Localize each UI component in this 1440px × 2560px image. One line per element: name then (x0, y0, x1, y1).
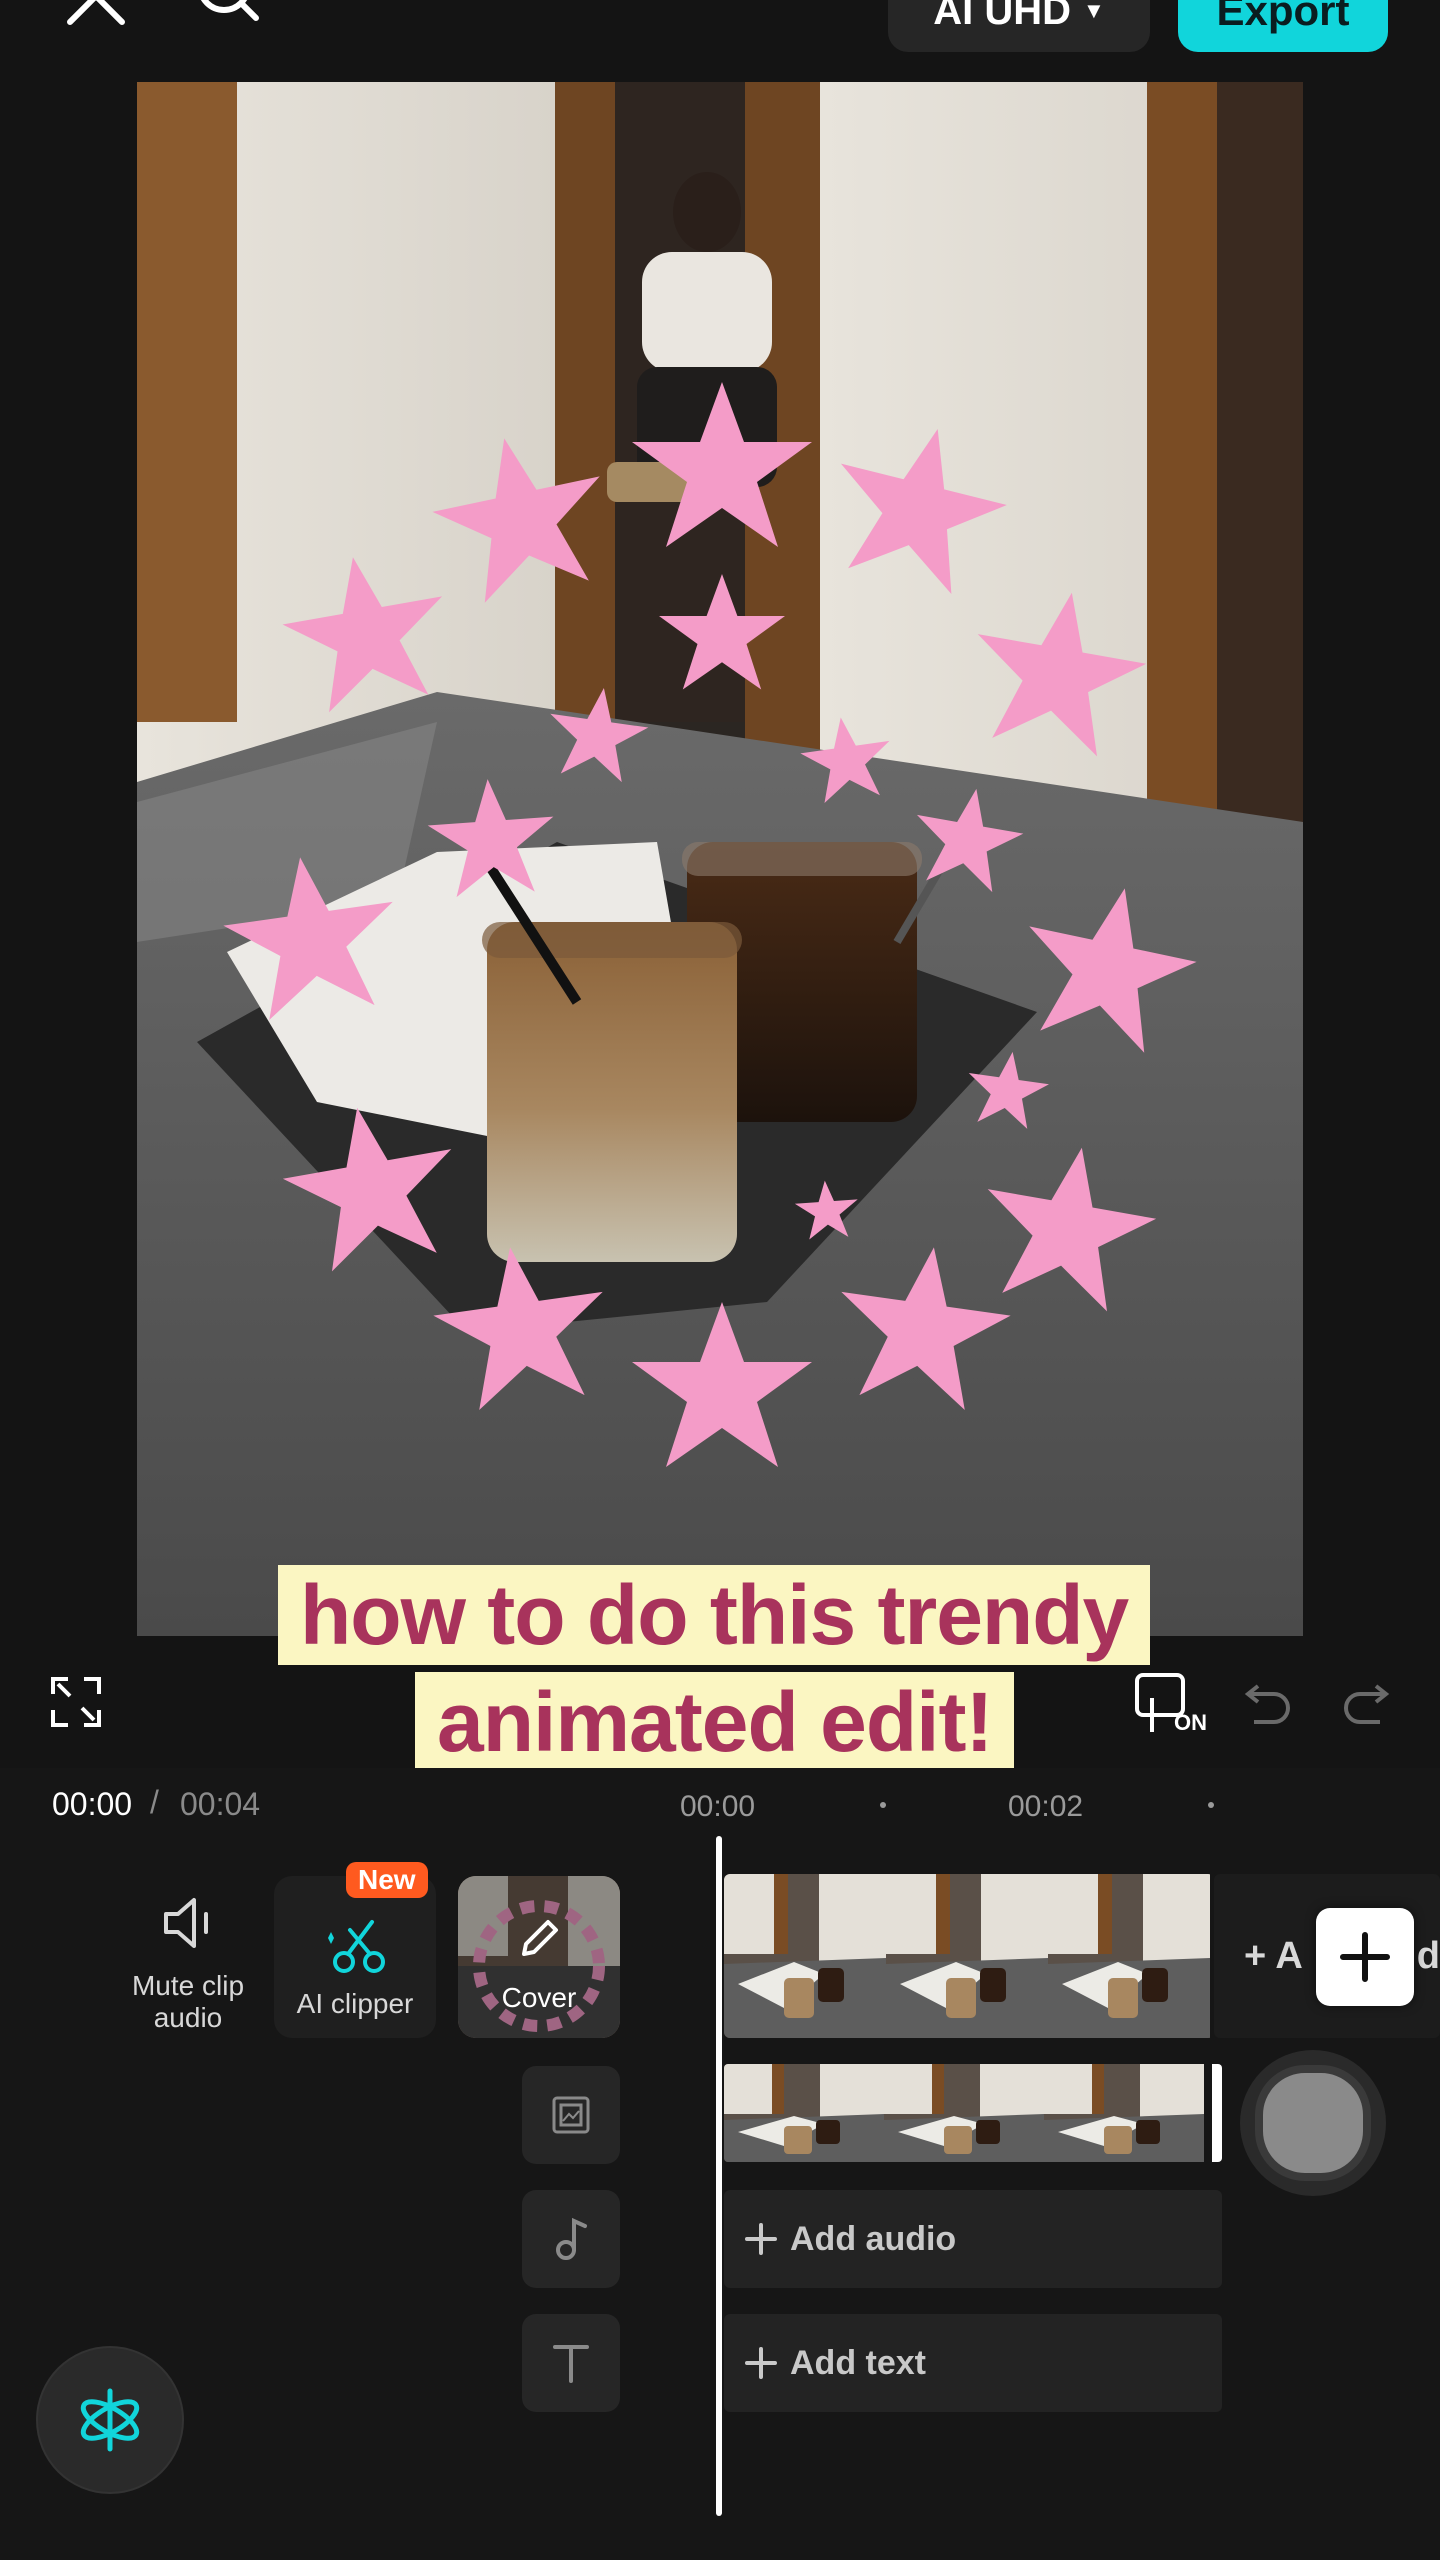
plus-icon (1340, 1932, 1390, 1982)
fullscreen-icon (51, 1677, 101, 1727)
search-icon (200, 0, 259, 21)
undo-icon (1244, 1684, 1290, 1724)
mute-label-line1: Mute clip (131, 1970, 245, 2001)
main-video-track[interactable] (724, 1874, 1214, 2038)
redo-icon (1344, 1684, 1390, 1724)
ai-assistant-button[interactable] (38, 2348, 182, 2492)
ai-clipper-label: AI clipper (296, 1988, 414, 2019)
add-text-track[interactable]: Add text (724, 2314, 1222, 2412)
quality-dropdown[interactable]: AI UHD ▼ (888, 0, 1150, 52)
preview-axis-state: ON (1174, 1710, 1207, 1735)
overlay-track-button[interactable] (522, 2066, 620, 2164)
video-clip-thumbnails (724, 1874, 1210, 2038)
overlay-clip-thumbnails (724, 2064, 1222, 2162)
overlay-icon (552, 2096, 590, 2134)
floating-circle-button[interactable] (1240, 2050, 1386, 2196)
caption-line-1[interactable]: how to do this trendy (278, 1565, 1151, 1665)
total-time: 00:04 (180, 1786, 261, 1822)
ruler-dot (1208, 1802, 1214, 1808)
time-separator: / (150, 1784, 159, 1820)
ruler-dot (880, 1802, 886, 1808)
export-button[interactable]: Export (1178, 0, 1388, 52)
quality-label: AI UHD (933, 0, 1071, 33)
music-note-icon (556, 2217, 587, 2260)
ai-clipper-icon (328, 1920, 385, 1973)
ruler-mark-2: 00:02 (1008, 1790, 1084, 1823)
preview-axis-button[interactable]: ON (1134, 1672, 1214, 1738)
speaker-icon (164, 1898, 208, 1948)
overlay-video-track[interactable] (724, 2064, 1222, 2162)
close-button[interactable] (62, 0, 132, 32)
text-track-button[interactable] (522, 2314, 620, 2412)
cover-label: Cover (501, 1982, 577, 2013)
add-audio-label: Add audio (790, 2219, 957, 2258)
stars-overlay (215, 382, 1209, 1467)
cover-button[interactable]: Cover (458, 1876, 620, 2038)
playhead[interactable] (716, 1836, 722, 2516)
new-badge: New (346, 1862, 428, 1898)
fullscreen-button[interactable] (50, 1676, 102, 1728)
caption-line-2[interactable]: animated edit! (415, 1672, 1015, 1772)
add-clip-button[interactable] (1316, 1908, 1414, 2006)
add-clip-partial-label: + A (1244, 1934, 1303, 1977)
close-icon (67, 0, 125, 25)
ai-sparkle-icon (80, 2388, 140, 2452)
pencil-icon (522, 1920, 558, 1956)
audio-track-button[interactable] (522, 2190, 620, 2288)
add-text-label: Add text (790, 2343, 926, 2382)
ai-clipper-button[interactable]: AI clipper (274, 1876, 436, 2038)
circle-inner (1255, 2065, 1371, 2181)
chevron-down-icon: ▼ (1083, 0, 1105, 23)
text-icon (553, 2345, 589, 2383)
plus-icon (745, 2223, 777, 2255)
add-clip-partial-end: d (1416, 1934, 1440, 1977)
search-button[interactable] (190, 0, 270, 38)
plus-icon (745, 2347, 777, 2379)
mute-label-line2: audio (153, 2002, 223, 2033)
video-preview[interactable] (137, 82, 1303, 1636)
ruler-mark-0: 00:00 (680, 1790, 756, 1823)
undo-button[interactable] (1244, 1680, 1294, 1728)
mute-clip-audio-button[interactable]: Mute clip audio (118, 1870, 258, 2033)
add-audio-track[interactable]: Add audio (724, 2190, 1222, 2288)
current-time: 00:00 (52, 1786, 133, 1822)
redo-button[interactable] (1340, 1680, 1390, 1728)
